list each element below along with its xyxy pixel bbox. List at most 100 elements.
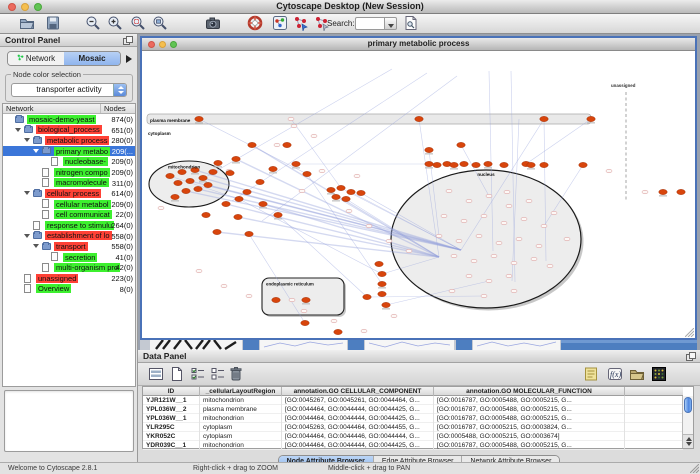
open-session-button[interactable] xyxy=(18,15,36,33)
network-node[interactable] xyxy=(331,319,337,323)
network-node-selected[interactable] xyxy=(292,161,300,166)
network-node-selected[interactable] xyxy=(415,116,423,121)
network-node[interactable] xyxy=(441,214,447,218)
network-node[interactable] xyxy=(288,117,294,121)
table-cell[interactable]: cytoplasm xyxy=(200,432,282,441)
network-node-selected[interactable] xyxy=(342,196,350,201)
network-node-selected[interactable] xyxy=(450,162,458,167)
network-node-selected[interactable] xyxy=(283,142,291,147)
search-options-button[interactable] xyxy=(402,15,420,33)
network-node-selected[interactable] xyxy=(457,142,465,147)
disclosure-triangle-icon[interactable] xyxy=(33,244,39,248)
birds-eye-view[interactable] xyxy=(4,390,134,452)
table-cell[interactable]: [GO:0045267, GO:0045261, GO:0044464, G..… xyxy=(282,396,434,405)
network-node-selected[interactable] xyxy=(243,189,251,194)
network-node[interactable] xyxy=(536,244,542,248)
float-panel-icon[interactable] xyxy=(686,352,696,361)
disclosure-triangle-icon[interactable] xyxy=(24,191,30,195)
network-node-selected[interactable] xyxy=(248,142,256,147)
network-canvas[interactable]: plasma membranecytoplasmmitochondrionnuc… xyxy=(142,51,695,338)
column-header[interactable]: ID xyxy=(143,387,200,396)
network-node-selected[interactable] xyxy=(382,302,390,307)
table-cell[interactable]: [GO:0016787, GO:0005488, GO:0005215, G..… xyxy=(434,405,625,414)
disclosure-triangle-icon[interactable] xyxy=(24,234,30,238)
disclosure-triangle-icon[interactable] xyxy=(15,128,21,132)
network-node[interactable] xyxy=(391,314,397,318)
table-cell[interactable]: YDR039C__1 xyxy=(143,441,200,450)
network-node-selected[interactable] xyxy=(579,162,587,167)
app-resize-grip[interactable] xyxy=(690,464,699,473)
save-session-button[interactable] xyxy=(44,15,62,33)
disclosure-triangle-icon[interactable] xyxy=(33,149,39,153)
network-node-selected[interactable] xyxy=(500,162,508,167)
network-node-selected[interactable] xyxy=(540,116,548,121)
network-node-selected[interactable] xyxy=(232,156,240,161)
table-row[interactable]: YKR052Ccytoplasm[GO:0044464, GO:0044446,… xyxy=(143,432,683,441)
network-node-selected[interactable] xyxy=(347,189,355,194)
tree-row[interactable]: transport558(0) xyxy=(3,241,135,252)
table-cell[interactable]: [GO:0045263, GO:0044464, GO:0044455, G..… xyxy=(282,423,434,432)
tree-row[interactable]: mosaic-demo-yeast874(0) xyxy=(3,114,135,125)
network-node-selected[interactable] xyxy=(166,173,174,178)
network-node[interactable] xyxy=(466,199,472,203)
network-node[interactable] xyxy=(496,241,502,245)
network-node-selected[interactable] xyxy=(332,194,340,199)
tree-row[interactable]: response to stimulu264(0) xyxy=(3,220,135,231)
network-node-selected[interactable] xyxy=(226,170,234,175)
network-node-selected[interactable] xyxy=(186,178,194,183)
more-tabs-arrow[interactable] xyxy=(126,55,132,63)
tree-col-nodes[interactable]: Nodes xyxy=(104,104,126,113)
network-node[interactable] xyxy=(451,254,457,258)
network-node[interactable] xyxy=(481,294,487,298)
network-node[interactable] xyxy=(504,190,510,194)
region-plasma-membrane[interactable] xyxy=(147,114,591,124)
network-node[interactable] xyxy=(386,239,392,243)
network-node[interactable] xyxy=(511,261,517,265)
network-node-selected[interactable] xyxy=(587,116,595,121)
snapshot-button[interactable] xyxy=(204,15,222,33)
vizmapper-button[interactable] xyxy=(271,15,289,33)
network-node-selected[interactable] xyxy=(363,294,371,299)
network-node[interactable] xyxy=(642,190,648,194)
tree-row[interactable]: nitrogen compo209(0) xyxy=(3,167,135,178)
new-attribute-button[interactable] xyxy=(168,366,186,384)
network-node[interactable] xyxy=(406,249,412,253)
tree-row[interactable]: establishment of lo558(0) xyxy=(3,231,135,242)
table-cell[interactable]: [GO:0005488, GO:0005215, GO:0003674] xyxy=(434,432,625,441)
network-node[interactable] xyxy=(446,189,452,193)
network-node-selected[interactable] xyxy=(378,271,386,276)
network-node[interactable] xyxy=(274,143,280,147)
network-node-selected[interactable] xyxy=(425,147,433,152)
network-view-window[interactable]: primary metabolic process plasma membran… xyxy=(140,36,697,340)
table-vertical-scrollbar[interactable] xyxy=(682,396,693,448)
table-cell[interactable]: YPL036W__2 xyxy=(143,405,200,414)
network-node[interactable] xyxy=(541,224,547,228)
network-node[interactable] xyxy=(361,329,367,333)
network-node-selected[interactable] xyxy=(334,329,342,334)
network-node-selected[interactable] xyxy=(178,169,186,174)
network-node-selected[interactable] xyxy=(202,212,210,217)
network-node[interactable] xyxy=(501,221,507,225)
network-node-selected[interactable] xyxy=(214,160,222,165)
network-node-selected[interactable] xyxy=(209,169,217,174)
unselect-all-attributes-button[interactable] xyxy=(209,366,227,384)
network-node-selected[interactable] xyxy=(182,188,190,193)
scroll-down-icon[interactable] xyxy=(686,442,692,446)
network-node[interactable] xyxy=(436,234,442,238)
attribute-function-button[interactable]: f(x) xyxy=(606,366,624,384)
combo-stepper-icon[interactable] xyxy=(113,84,126,96)
network-node-selected[interactable] xyxy=(174,180,182,185)
network-node[interactable] xyxy=(319,169,325,173)
network-node[interactable] xyxy=(246,294,252,298)
tree-row[interactable]: secretion41(0) xyxy=(3,252,135,263)
tree-row[interactable]: cellular process614(0) xyxy=(3,188,135,199)
table-cell[interactable]: YPL036W__1 xyxy=(143,414,200,423)
help-button[interactable] xyxy=(246,15,264,33)
network-node[interactable] xyxy=(526,199,532,203)
column-header[interactable]: _cellularLayoutRegion xyxy=(200,387,282,396)
network-node-selected[interactable] xyxy=(677,189,685,194)
network-node[interactable] xyxy=(366,224,372,228)
node-color-select[interactable]: transporter activity xyxy=(11,83,127,97)
network-node[interactable] xyxy=(299,189,305,193)
tree-row[interactable]: multi-organism pro42(0) xyxy=(3,262,135,273)
